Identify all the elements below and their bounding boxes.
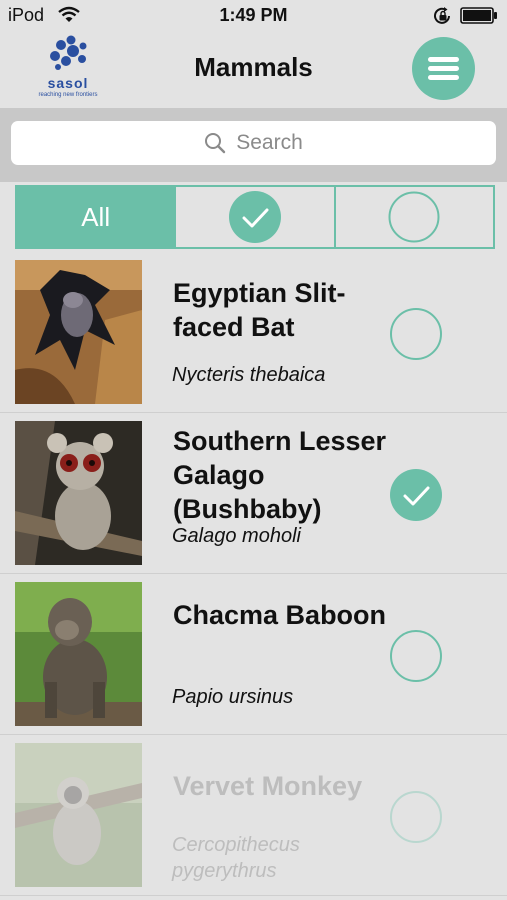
list-item[interactable]: Southern Lesser Galago (Bushbaby) Galago… (0, 413, 507, 574)
search-placeholder: Search (236, 131, 303, 154)
list-item[interactable]: Egyptian Slit-faced Bat Nycteris thebaic… (0, 252, 507, 413)
app-header: sasol reaching new frontiers Mammals (0, 30, 507, 108)
species-photo (15, 582, 142, 726)
species-photo (15, 260, 142, 404)
species-photo (15, 743, 142, 887)
search-input[interactable]: Search (11, 121, 496, 165)
filter-unchecked[interactable] (336, 187, 493, 247)
species-scientific-name: Galago moholi (172, 525, 301, 547)
filter-all-label: All (81, 201, 111, 232)
species-common-name: Southern Lesser Galago (Bushbaby) (173, 426, 387, 524)
status-bar: iPod 1:49 PM (0, 0, 507, 30)
filter-segmented-control: All (15, 185, 495, 249)
sighting-checkbox[interactable] (390, 469, 442, 521)
species-common-name: Vervet Monkey (173, 771, 363, 801)
species-scientific-name: Cercopithecus pygerythrus (172, 834, 300, 882)
list-item[interactable]: Chacma Baboon Papio ursinus (0, 574, 507, 735)
sighting-checkbox[interactable] (390, 308, 442, 360)
checked-circle-icon (228, 191, 281, 243)
species-scientific-name: Papio ursinus (172, 686, 294, 708)
rotation-lock-icon (433, 7, 453, 30)
species-scientific-name: Nycteris thebaica (172, 364, 326, 386)
filter-checked[interactable] (176, 187, 336, 247)
species-common-name: Egyptian Slit-faced Bat (173, 278, 346, 342)
search-icon (205, 133, 226, 154)
menu-button[interactable] (412, 37, 475, 100)
search-bar: Search (0, 108, 507, 182)
empty-circle-icon (388, 191, 440, 243)
logo-tagline: reaching new frontiers (38, 92, 98, 98)
sighting-checkbox[interactable] (390, 630, 442, 682)
species-photo (15, 421, 142, 565)
clock: 1:49 PM (219, 5, 288, 25)
list-item[interactable]: Vervet Monkey Cercopithecus pygerythrus (0, 735, 507, 896)
check-icon (403, 486, 430, 506)
species-common-name: Chacma Baboon (173, 600, 387, 630)
filter-all[interactable]: All (17, 187, 177, 247)
battery-icon (460, 7, 498, 24)
sighting-checkbox[interactable] (390, 791, 442, 843)
